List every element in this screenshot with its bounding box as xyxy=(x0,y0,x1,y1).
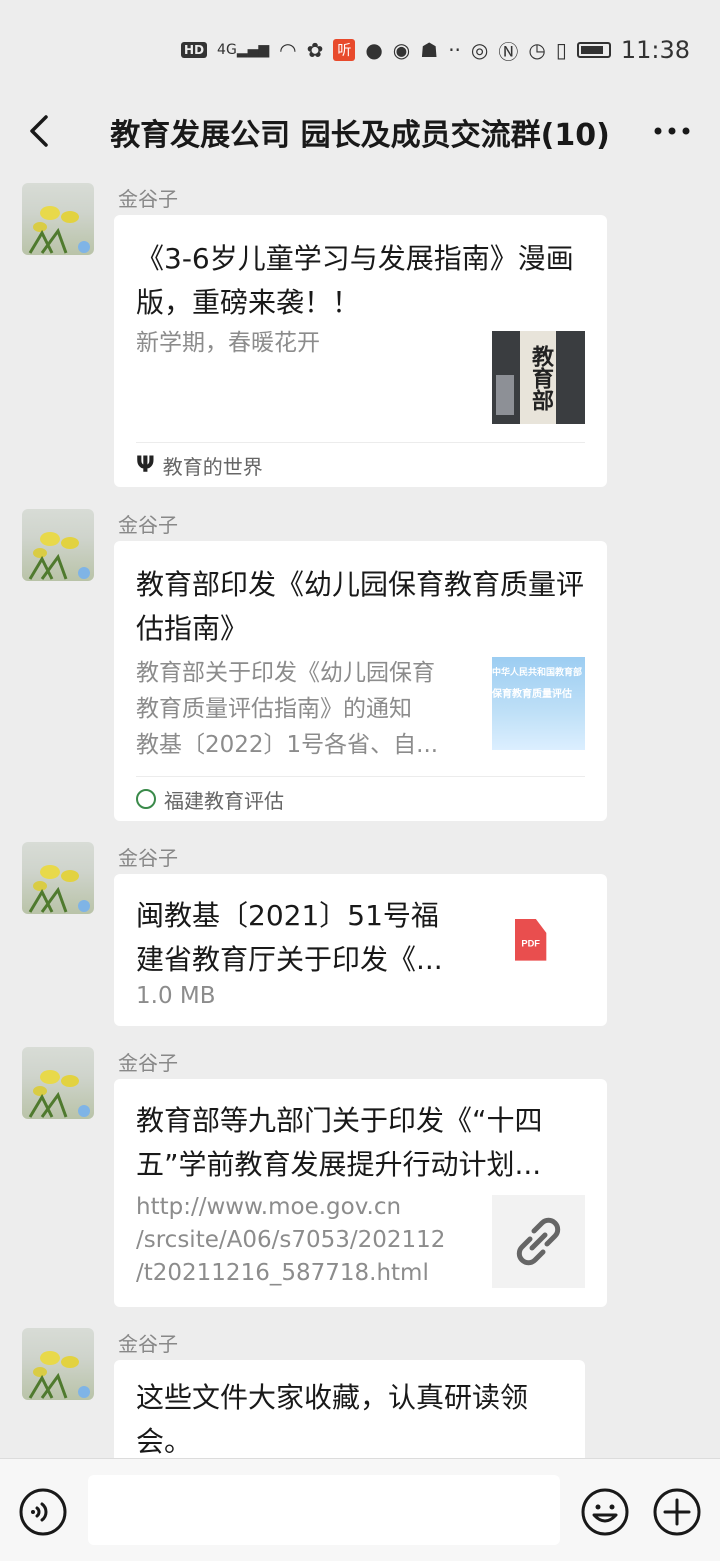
pdf-file-icon: PDF xyxy=(515,919,547,961)
article-card[interactable]: 教育部印发《幼儿园保育教育质量评估指南》 教育部关于印发《幼儿园保育 教育质量评… xyxy=(114,541,607,821)
wifi-icon: ◠ xyxy=(279,38,297,62)
link-title: 教育部等九部门关于印发《“十四 五”学前教育发展提升行动计划... xyxy=(136,1104,543,1181)
link-thumbnail xyxy=(492,1195,585,1288)
file-card[interactable]: 闽教基〔2021〕51号福 建省教育厅关于印发《... 1.0 MB PDF xyxy=(114,874,607,1026)
svg-text:PDF: PDF xyxy=(521,938,540,948)
source-name: 福建教育评估 xyxy=(164,788,284,813)
flower-avatar-icon xyxy=(28,532,90,580)
qq-icon: ☗ xyxy=(420,38,439,62)
chat-title: 教育发展公司 园长及成员交流群(10) xyxy=(110,118,610,153)
file-name: 闽教基〔2021〕51号福 建省教育厅关于印发《... xyxy=(136,899,443,976)
article-card[interactable]: 《3-6岁儿童学习与发展指南》漫画版，重磅来袭！！ 新学期，春暖花开 教育部 Ψ… xyxy=(114,215,607,487)
ting-app-icon: 听 xyxy=(333,39,356,61)
flower-avatar-icon xyxy=(28,206,90,254)
link-card[interactable]: 教育部等九部门关于印发《“十四 五”学前教育发展提升行动计划... http:/… xyxy=(114,1079,607,1307)
chevron-left-icon[interactable] xyxy=(26,113,56,149)
article-title: 教育部印发《幼儿园保育教育质量评估指南》 xyxy=(136,568,585,645)
article-title: 《3-6岁儿童学习与发展指南》漫画版，重磅来袭！！ xyxy=(136,242,574,319)
article-source: 福建教育评估 xyxy=(136,776,585,821)
chat-header: 教育发展公司 园长及成员交流群(10) xyxy=(0,100,720,162)
article-thumbnail: 中华人民共和国教育部 保育教育质量评估 xyxy=(492,657,585,750)
clock: 11:38 xyxy=(620,36,690,64)
alarm-icon: ◷ xyxy=(528,38,546,62)
chat-bubble-icon: ● xyxy=(365,38,383,62)
source-name: 教育的世界 xyxy=(162,454,263,479)
more-notifications-icon: ·· xyxy=(448,38,461,62)
avatar[interactable] xyxy=(22,1047,94,1119)
fujian-logo-icon xyxy=(136,789,156,809)
wechat-icon: ✿ xyxy=(306,38,324,62)
article-thumbnail: 教育部 xyxy=(492,331,585,424)
status-bar: HD 4G▂▄▆ ◠ ✿ 听 ● ◉ ☗ ·· ◎ Ⓝ ◷ ▯ 11:38 xyxy=(0,0,720,100)
plus-icon[interactable] xyxy=(652,1487,702,1537)
emoji-icon[interactable] xyxy=(580,1487,630,1537)
globe-icon: ◉ xyxy=(392,38,411,62)
link-icon xyxy=(516,1217,561,1266)
eye-icon: ◎ xyxy=(470,38,489,62)
avatar[interactable] xyxy=(22,183,94,255)
article-desc: 教育部关于印发《幼儿园保育 教育质量评估指南》的通知 教基〔2022〕1号各省、… xyxy=(136,660,439,758)
message-input[interactable] xyxy=(88,1475,560,1545)
voice-icon[interactable] xyxy=(18,1487,68,1537)
avatar[interactable] xyxy=(22,1328,94,1400)
avatar[interactable] xyxy=(22,509,94,581)
input-bar xyxy=(0,1458,720,1561)
flower-avatar-icon xyxy=(28,1351,90,1399)
psi-icon: Ψ xyxy=(136,452,155,478)
battery-icon xyxy=(576,42,611,58)
nfc-icon: Ⓝ xyxy=(498,39,519,64)
vibrate-icon: ▯ xyxy=(555,38,567,62)
sender-name: 金谷子 xyxy=(118,1051,178,1075)
flower-avatar-icon xyxy=(28,865,90,913)
signal-icon: 4G▂▄▆ xyxy=(217,42,270,58)
sender-name: 金谷子 xyxy=(118,1332,178,1356)
flower-avatar-icon xyxy=(28,1070,90,1118)
sender-name: 金谷子 xyxy=(118,187,178,211)
avatar[interactable] xyxy=(22,842,94,914)
hd-icon: HD xyxy=(181,42,208,58)
more-dots-icon[interactable] xyxy=(654,126,690,136)
sender-name: 金谷子 xyxy=(118,846,178,870)
link-url: http://www.moe.gov.cn /srcsite/A06/s7053… xyxy=(136,1194,446,1286)
sender-name: 金谷子 xyxy=(118,513,178,537)
file-size: 1.0 MB xyxy=(136,983,216,1009)
article-source: Ψ 教育的世界 xyxy=(136,442,585,487)
